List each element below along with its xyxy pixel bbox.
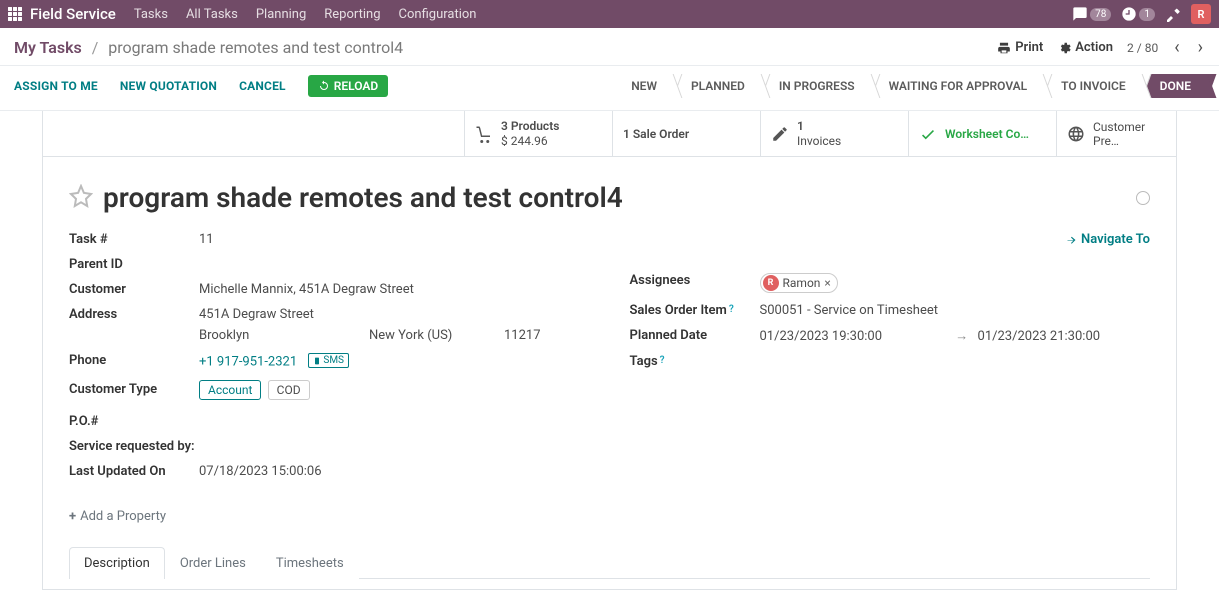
add-property-button[interactable]: +Add a Property — [69, 509, 166, 524]
stat-worksheet[interactable]: Worksheet Co… — [908, 111, 1056, 156]
products-amount: $ 244.96 — [501, 134, 559, 148]
globe-icon — [1067, 125, 1085, 143]
assignee-name: Ramon — [783, 276, 821, 290]
stage-to-invoice[interactable]: TO INVOICE — [1041, 74, 1139, 98]
label-sales-order-item: Sales Order Item? — [630, 303, 760, 318]
phone-link[interactable]: +1 917-951-2321 — [199, 355, 297, 370]
cancel-button[interactable]: CANCEL — [239, 79, 286, 93]
messages-icon[interactable]: 78 — [1072, 6, 1111, 22]
label-tags: Tags? — [630, 354, 760, 369]
planned-to[interactable]: 01/23/2023 21:30:00 — [978, 329, 1101, 344]
clock-icon[interactable]: 1 — [1121, 6, 1155, 22]
reload-button[interactable]: RELOAD — [308, 75, 388, 97]
stage-in-progress[interactable]: IN PROGRESS — [759, 74, 869, 98]
messages-badge: 78 — [1090, 8, 1111, 21]
tab-description[interactable]: Description — [69, 547, 165, 579]
label-customer: Customer — [69, 282, 199, 297]
action-button[interactable]: Action — [1057, 40, 1113, 55]
label-assignees: Assignees — [630, 273, 760, 293]
phone-icon — [313, 356, 321, 366]
navigate-to-button[interactable]: Navigate To — [1065, 232, 1150, 247]
nav-reporting[interactable]: Reporting — [324, 7, 380, 22]
preview-label: Customer Pre… — [1093, 120, 1166, 148]
breadcrumb: My Tasks / program shade remotes and tes… — [14, 38, 403, 57]
task-number: 11 — [199, 232, 590, 247]
new-quotation-button[interactable]: NEW QUOTATION — [120, 79, 217, 93]
status-circle[interactable] — [1136, 191, 1150, 205]
reload-icon — [318, 80, 330, 92]
print-button[interactable]: Print — [997, 40, 1043, 55]
address-city: Brooklyn — [199, 328, 369, 343]
planned-from[interactable]: 01/23/2023 19:30:00 — [760, 329, 883, 344]
last-updated: 07/18/2023 15:00:06 — [199, 464, 590, 479]
stat-products[interactable]: 3 Products$ 244.96 — [464, 111, 612, 156]
address-zip: 11217 — [504, 328, 554, 343]
star-icon[interactable] — [69, 184, 93, 212]
customer-name[interactable]: Michelle Mannix, 451A Degraw Street — [199, 282, 590, 297]
invoices-count: 1 — [797, 119, 841, 133]
label-customer-type: Customer Type — [69, 382, 199, 397]
invoices-label: Invoices — [797, 134, 841, 148]
assign-to-me-button[interactable]: ASSIGN TO ME — [14, 79, 98, 93]
cart-icon — [475, 125, 493, 143]
help-icon[interactable]: ? — [729, 304, 734, 315]
breadcrumb-task: program shade remotes and test control4 — [108, 38, 403, 57]
tools-icon[interactable] — [1165, 6, 1181, 22]
help-icon[interactable]: ? — [660, 355, 665, 366]
sales-order-item[interactable]: S00051 - Service on Timesheet — [760, 303, 1151, 318]
sms-button[interactable]: SMS — [308, 353, 349, 368]
apps-icon[interactable] — [8, 7, 22, 21]
label-po: P.O.# — [69, 414, 199, 429]
label-planned-date: Planned Date — [630, 328, 760, 344]
customer-type-cod[interactable]: COD — [268, 380, 310, 400]
remove-assignee-icon[interactable]: × — [824, 276, 830, 290]
status-rail: NEW PLANNED IN PROGRESS WAITING FOR APPR… — [611, 74, 1205, 98]
sale-order-label: 1 Sale Order — [623, 127, 689, 141]
user-avatar[interactable]: R — [1191, 4, 1211, 24]
nav-planning[interactable]: Planning — [256, 7, 306, 22]
breadcrumb-root[interactable]: My Tasks — [14, 38, 82, 57]
label-parent-id: Parent ID — [69, 257, 199, 272]
stat-customer-preview[interactable]: Customer Pre… — [1056, 111, 1176, 156]
assignee-avatar: R — [763, 275, 779, 291]
tab-timesheets[interactable]: Timesheets — [261, 547, 359, 579]
tab-order-lines[interactable]: Order Lines — [165, 547, 261, 579]
stat-invoices[interactable]: 1Invoices — [760, 111, 908, 156]
nav-configuration[interactable]: Configuration — [399, 7, 477, 22]
clock-badge: 1 — [1139, 8, 1155, 21]
pager-next[interactable]: › — [1196, 39, 1205, 57]
stage-planned[interactable]: PLANNED — [671, 74, 759, 98]
pager: 2 / 80 — [1127, 41, 1158, 55]
assignee-chip[interactable]: R Ramon × — [760, 273, 838, 293]
stage-waiting-approval[interactable]: WAITING FOR APPROVAL — [869, 74, 1042, 98]
address-state: New York (US) — [369, 328, 504, 343]
stage-new[interactable]: NEW — [611, 74, 671, 98]
edit-icon — [771, 125, 789, 143]
label-address: Address — [69, 307, 199, 322]
stat-sale-order[interactable]: 1 Sale Order — [612, 111, 760, 156]
task-title: program shade remotes and test control4 — [103, 181, 1126, 214]
label-phone: Phone — [69, 353, 199, 370]
label-task-number: Task # — [69, 232, 199, 247]
pager-prev[interactable]: ‹ — [1172, 39, 1181, 57]
check-icon — [919, 125, 937, 143]
arrow-right-icon: → — [955, 329, 968, 344]
address-street: 451A Degraw Street — [199, 307, 590, 322]
nav-all-tasks[interactable]: All Tasks — [186, 7, 238, 22]
app-brand: Field Service — [30, 5, 116, 23]
label-service-requested: Service requested by: — [69, 439, 195, 454]
arrow-icon — [1065, 234, 1077, 246]
worksheet-label: Worksheet Co… — [945, 127, 1029, 141]
nav-tasks[interactable]: Tasks — [134, 7, 168, 22]
customer-type-account[interactable]: Account — [199, 380, 261, 400]
label-last-updated: Last Updated On — [69, 464, 199, 479]
products-count: 3 Products — [501, 119, 559, 133]
